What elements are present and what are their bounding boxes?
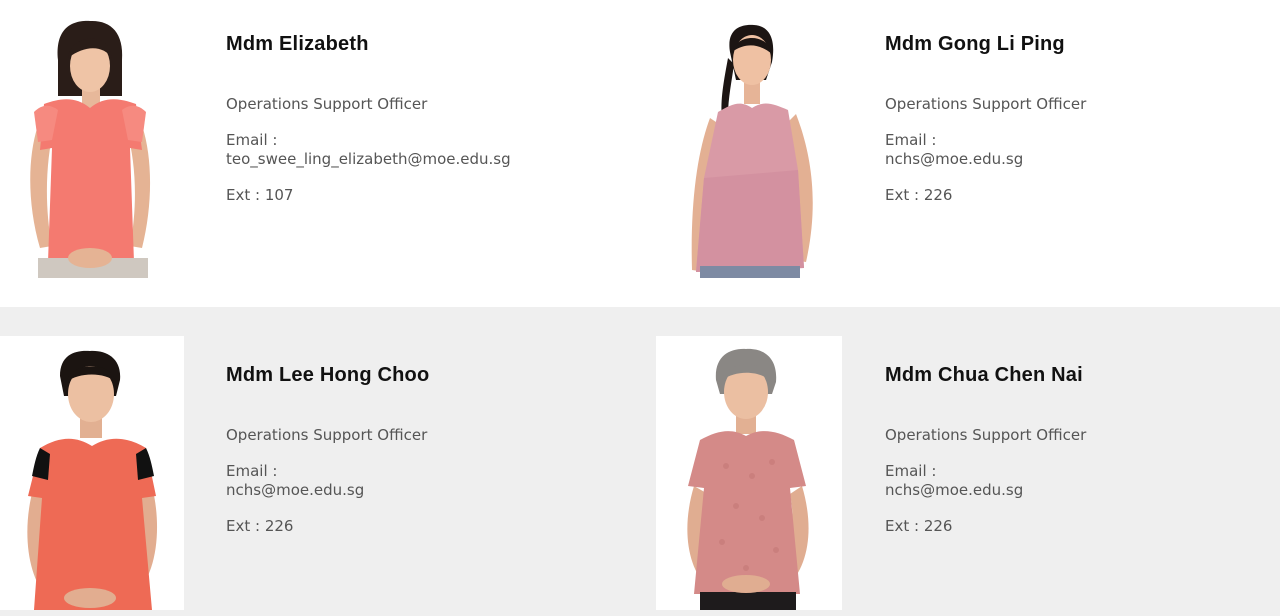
staff-row-2 [0,307,1280,616]
staff-role: Operations Support Officer [226,426,428,444]
staff-extension: Ext : 226 [885,186,953,204]
staff-email-link[interactable]: nchs@moe.edu.sg [226,481,364,499]
staff-email-link[interactable]: nchs@moe.edu.sg [885,150,1023,168]
staff-photo [0,336,184,610]
staff-name: Mdm Lee Hong Choo [226,364,430,386]
staff-name: Mdm Chua Chen Nai [885,364,1083,386]
staff-role: Operations Support Officer [226,95,428,113]
staff-name: Mdm Gong Li Ping [885,33,1065,55]
staff-photo [656,0,842,278]
email-label: Email : [226,131,278,149]
staff-extension: Ext : 107 [226,186,294,204]
staff-role: Operations Support Officer [885,95,1087,113]
staff-role: Operations Support Officer [885,426,1087,444]
staff-extension: Ext : 226 [885,517,953,535]
staff-extension: Ext : 226 [226,517,294,535]
staff-name: Mdm Elizabeth [226,33,369,55]
staff-email-link[interactable]: nchs@moe.edu.sg [885,481,1023,499]
staff-row-1 [0,0,1280,307]
staff-photo [656,336,842,610]
staff-photo [0,0,184,278]
email-label: Email : [885,462,937,480]
email-label: Email : [885,131,937,149]
staff-email-link[interactable]: teo_swee_ling_elizabeth@moe.edu.sg [226,150,511,168]
email-label: Email : [226,462,278,480]
